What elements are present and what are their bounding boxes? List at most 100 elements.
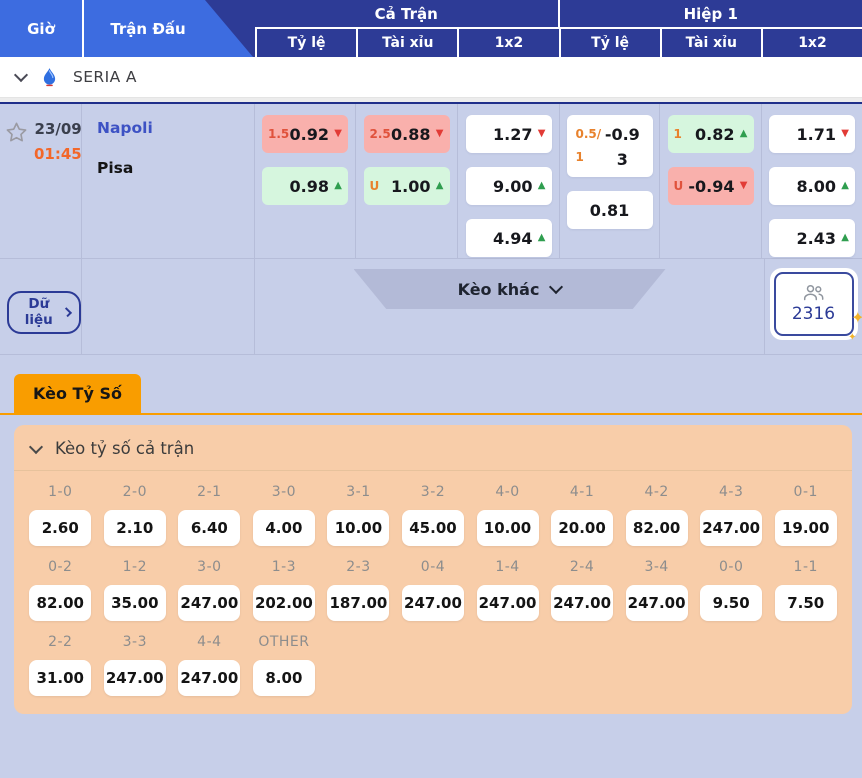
odds-full-handicap-away[interactable]: 0.98 ▲	[262, 167, 348, 205]
league-row: SERIA A	[0, 57, 862, 98]
score-cell: 3-4247.00	[619, 559, 694, 621]
score-cell: 4-010.00	[470, 484, 545, 546]
trend-arrow-icon: ▲	[329, 181, 342, 191]
score-odds-button[interactable]: 247.00	[700, 510, 762, 546]
odds-value: -0.94	[688, 177, 734, 196]
score-odds-button[interactable]: 82.00	[29, 585, 91, 621]
odds-half-home-win[interactable]: 1.71 ▼	[769, 115, 855, 153]
score-label: 3-0	[197, 559, 221, 575]
column-full-overunder[interactable]: Tài xỉu	[356, 29, 457, 57]
favorite-star-icon[interactable]	[5, 121, 28, 258]
score-odds-button[interactable]: 8.00	[253, 660, 315, 696]
score-cell: 2-1 6.40	[172, 484, 247, 546]
viewers-count-box[interactable]: 2316 ✦ ✦	[770, 268, 858, 340]
people-icon	[802, 284, 825, 301]
score-odds-button[interactable]: 2.10	[104, 510, 166, 546]
score-odds-button[interactable]: 247.00	[178, 585, 240, 621]
score-label: 4-2	[644, 484, 668, 500]
odds-value: 0.92	[290, 125, 329, 144]
more-odds-button[interactable]: Kèo khác	[354, 269, 666, 309]
score-odds-button[interactable]: 247.00	[477, 585, 539, 621]
score-odds-button[interactable]: 20.00	[551, 510, 613, 546]
tab-tran-dau[interactable]: Trận Đấu	[84, 0, 212, 57]
trend-arrow-icon: ▼	[329, 129, 342, 139]
score-odds-button[interactable]: 4.00	[253, 510, 315, 546]
chevron-down-icon[interactable]	[14, 68, 28, 82]
score-odds-button[interactable]: 82.00	[626, 510, 688, 546]
odds-full-home-win[interactable]: 1.27 ▼	[466, 115, 552, 153]
score-odds-button[interactable]: 247.00	[551, 585, 613, 621]
column-full-handicap[interactable]: Tỷ lệ	[255, 29, 356, 57]
score-row: 2-231.003-3247.004-4247.00OTHER8.00	[14, 634, 852, 696]
odds-value: 0.98	[290, 177, 329, 196]
score-label: 0-2	[48, 559, 72, 575]
score-cell: 4-3247.00	[694, 484, 769, 546]
data-button-label: Dữ liệu	[19, 296, 59, 328]
score-odds-button[interactable]: 202.00	[253, 585, 315, 621]
score-odds-button[interactable]: 10.00	[477, 510, 539, 546]
score-odds-button[interactable]: 247.00	[626, 585, 688, 621]
score-cell: 1-17.50	[768, 559, 843, 621]
odds-full-draw[interactable]: 4.94 ▲	[466, 219, 552, 257]
match-meta-cell: 23/09 01:45	[0, 104, 82, 258]
column-half-handicap[interactable]: Tỷ lệ	[559, 29, 660, 57]
score-odds-button[interactable]: 247.00	[402, 585, 464, 621]
chevron-down-icon[interactable]	[29, 439, 43, 453]
trend-arrow-icon: ▲	[533, 233, 546, 243]
odds-half-handicap-away[interactable]: 0.81	[567, 191, 653, 229]
half-overunder-column: 1 0.82 ▲ U -0.94 ▼	[660, 104, 762, 258]
score-odds-button[interactable]: 45.00	[402, 510, 464, 546]
score-odds-button[interactable]: 247.00	[104, 660, 166, 696]
score-odds-button[interactable]: 10.00	[327, 510, 389, 546]
chevron-right-icon	[62, 307, 72, 317]
trend-arrow-icon: ▼	[533, 129, 546, 139]
away-team-name: Pisa	[97, 159, 254, 177]
odds-full-over[interactable]: 2.5 0.88 ▼	[364, 115, 450, 153]
odds-half-handicap-home[interactable]: 0.5/ 1 -0.9 3	[567, 115, 653, 177]
trend-arrow-icon: ▼	[431, 129, 444, 139]
data-button[interactable]: Dữ liệu	[7, 291, 81, 334]
score-label: OTHER	[258, 634, 309, 650]
column-half-overunder[interactable]: Tài xỉu	[660, 29, 761, 57]
column-half-1x2[interactable]: 1x2	[761, 29, 862, 57]
score-odds-button[interactable]: 19.00	[775, 510, 837, 546]
trend-arrow-icon: ▲	[431, 181, 444, 191]
score-cell: 0-09.50	[694, 559, 769, 621]
odds-value: -0.9 3	[601, 123, 643, 169]
odds-full-under[interactable]: U 1.00 ▲	[364, 167, 450, 205]
column-full-1x2[interactable]: 1x2	[457, 29, 558, 57]
odds-half-draw[interactable]: 2.43 ▲	[769, 219, 855, 257]
score-odds-button[interactable]: 187.00	[327, 585, 389, 621]
score-odds-button[interactable]: 35.00	[104, 585, 166, 621]
odds-full-away-win[interactable]: 9.00 ▲	[466, 167, 552, 205]
score-cell: 3-3247.00	[98, 634, 173, 696]
odds-half-away-win[interactable]: 8.00 ▲	[769, 167, 855, 205]
score-cell: 0-4247.00	[396, 559, 471, 621]
score-cell: 3-04.00	[247, 484, 322, 546]
score-odds-button[interactable]: 2.60	[29, 510, 91, 546]
odds-half-under[interactable]: U -0.94 ▼	[668, 167, 754, 205]
more-odds-label: Kèo khác	[458, 280, 540, 299]
score-cell: 4-2 82.00	[619, 484, 694, 546]
score-cell: 1-4247.00	[470, 559, 545, 621]
odds-value: 1.27	[493, 125, 532, 144]
trend-arrow-icon: ▲	[735, 129, 748, 139]
sparkle-star-icon: ✦	[851, 310, 862, 326]
score-odds-button[interactable]: 9.50	[700, 585, 762, 621]
score-odds-button[interactable]: 247.00	[178, 660, 240, 696]
score-label: 2-1	[197, 484, 221, 500]
score-odds-button[interactable]: 6.40	[178, 510, 240, 546]
odds-full-handicap-home[interactable]: 1.5 0.92 ▼	[262, 115, 348, 153]
odds-half-over[interactable]: 1 0.82 ▲	[668, 115, 754, 153]
tab-gio[interactable]: Giờ	[0, 0, 84, 57]
tab-underline	[0, 413, 862, 415]
score-cell: 3-0 247.00	[172, 559, 247, 621]
score-odds-button[interactable]: 7.50	[775, 585, 837, 621]
tab-correct-score[interactable]: Kèo Tỷ Số	[14, 374, 141, 413]
score-cell: 0-119.00	[768, 484, 843, 546]
viewers-count: 2316	[792, 304, 835, 324]
odds-value: 4.94	[493, 229, 532, 248]
score-odds-button[interactable]: 31.00	[29, 660, 91, 696]
score-cell: 1-3202.00	[247, 559, 322, 621]
odds-value: 8.00	[797, 177, 836, 196]
